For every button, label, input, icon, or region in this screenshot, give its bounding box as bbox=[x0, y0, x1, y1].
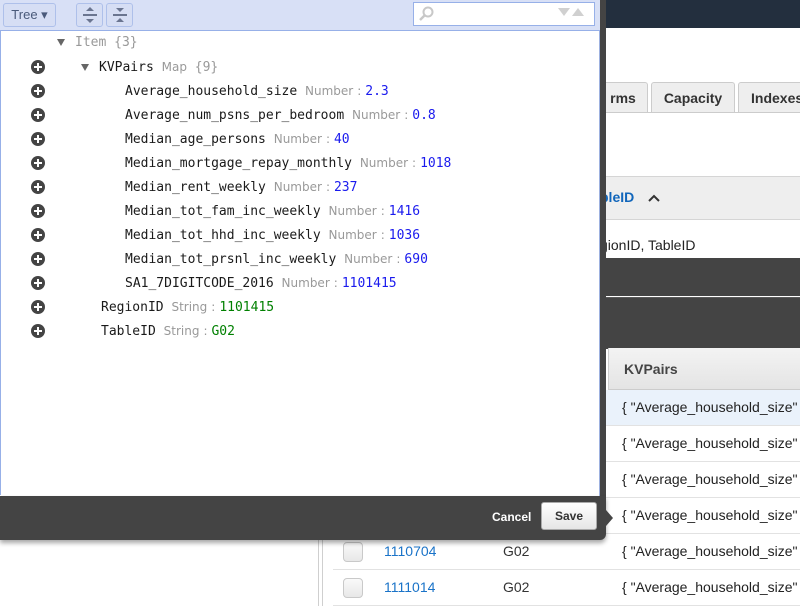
table-tabs: rms Capacity Indexes bbox=[598, 80, 800, 113]
expand-all-icon bbox=[82, 7, 97, 23]
save-button[interactable]: Save bbox=[541, 502, 597, 530]
kvpairs-cell: { "Average_household_size" bbox=[622, 543, 798, 559]
tree-node-entry[interactable]: Median_rent_weekly Number:237 bbox=[125, 177, 357, 197]
tree-node-kvpairs[interactable]: KVPairs Map {9} bbox=[81, 57, 218, 77]
tree-node-entry[interactable]: Median_tot_hhd_inc_weekly Number:1036 bbox=[125, 225, 420, 245]
search-input[interactable] bbox=[413, 2, 595, 26]
add-field-icon[interactable] bbox=[31, 156, 45, 170]
row-checkbox[interactable] bbox=[343, 578, 363, 598]
add-field-icon[interactable] bbox=[31, 276, 45, 290]
overlay-shade bbox=[600, 258, 800, 296]
tree-node-root[interactable]: Item {3} bbox=[57, 33, 138, 53]
collapse-all-icon bbox=[112, 8, 127, 22]
row-checkbox[interactable] bbox=[343, 542, 363, 562]
kvpairs-cell: { "Average_household_size" bbox=[622, 579, 798, 595]
tree-node-entry[interactable]: SA1_7DIGITCODE_2016 Number:1101415 bbox=[125, 273, 397, 293]
add-field-icon[interactable] bbox=[31, 108, 45, 122]
region-id-link[interactable]: 1110704 bbox=[384, 543, 436, 559]
tab-capacity[interactable]: Capacity bbox=[651, 82, 735, 112]
popover-border bbox=[600, 0, 606, 496]
tree-node-entry[interactable]: Average_household_size Number:2.3 bbox=[125, 81, 389, 101]
search-previous-icon[interactable] bbox=[572, 8, 584, 16]
expand-all-button[interactable] bbox=[76, 3, 103, 27]
sort-header[interactable]: bleID bbox=[600, 176, 800, 220]
tree-node-entry[interactable]: Median_mortgage_repay_monthly Number:101… bbox=[125, 153, 451, 173]
table-id-cell: G02 bbox=[503, 579, 530, 595]
console-top-bar bbox=[600, 0, 800, 28]
keys-row: gionID, TableID bbox=[600, 233, 800, 259]
cancel-button[interactable]: Cancel bbox=[484, 506, 539, 528]
tree-node-entry[interactable]: Median_tot_prsnl_inc_weekly Number:690 bbox=[125, 249, 428, 269]
kvpairs-cell: { "Average_household_size" bbox=[622, 435, 798, 451]
add-field-icon[interactable] bbox=[31, 84, 45, 98]
tree-node-region-id[interactable]: RegionID String:1101415 bbox=[101, 297, 274, 317]
tab-indexes[interactable]: Indexes bbox=[738, 82, 800, 112]
chevron-up-icon bbox=[648, 194, 660, 202]
item-editor: Tree ▾ Item {3} KVPairs Map {9} Average_… bbox=[0, 0, 600, 496]
left-panel bbox=[0, 540, 318, 606]
expand-triangle-icon[interactable] bbox=[57, 39, 65, 46]
add-field-icon[interactable] bbox=[31, 324, 45, 338]
add-field-icon[interactable] bbox=[31, 228, 45, 242]
region-id-link[interactable]: 1111014 bbox=[384, 579, 435, 595]
tree-node-entry[interactable]: Median_age_persons Number:40 bbox=[125, 129, 350, 149]
tree-node-entry[interactable]: Median_tot_fam_inc_weekly Number:1416 bbox=[125, 201, 420, 221]
popover-pointer bbox=[606, 510, 613, 526]
table-id-cell: G02 bbox=[503, 543, 530, 559]
add-field-icon[interactable] bbox=[31, 132, 45, 146]
editor-footer: Cancel Save bbox=[0, 496, 606, 540]
table-row[interactable]: 1111014 G02 { "Average_household_size" bbox=[333, 570, 800, 606]
add-field-icon[interactable] bbox=[31, 60, 45, 74]
column-header-kvpairs[interactable]: KVPairs bbox=[608, 348, 800, 390]
add-field-icon[interactable] bbox=[31, 252, 45, 266]
tree-node-table-id[interactable]: TableID String: G02 bbox=[101, 321, 235, 341]
add-field-icon[interactable] bbox=[31, 204, 45, 218]
kvpairs-cell: { "Average_household_size" bbox=[622, 471, 798, 487]
tree-view: Item {3} KVPairs Map {9} Average_househo… bbox=[0, 31, 598, 495]
overlay-shade bbox=[600, 297, 800, 349]
kvpairs-cell: { "Average_household_size" bbox=[622, 507, 798, 523]
search-next-icon[interactable] bbox=[558, 8, 570, 16]
add-field-icon[interactable] bbox=[31, 180, 45, 194]
editor-toolbar: Tree ▾ bbox=[0, 0, 600, 31]
tree-node-entry[interactable]: Average_num_psns_per_bedroom Number:0.8 bbox=[125, 105, 436, 125]
collapse-all-button[interactable] bbox=[106, 3, 133, 27]
mode-dropdown[interactable]: Tree ▾ bbox=[3, 3, 56, 27]
expand-triangle-icon[interactable] bbox=[81, 64, 89, 71]
add-field-icon[interactable] bbox=[31, 300, 45, 314]
kvpairs-cell: { "Average_household_size" bbox=[622, 399, 798, 415]
search-icon bbox=[419, 6, 434, 21]
